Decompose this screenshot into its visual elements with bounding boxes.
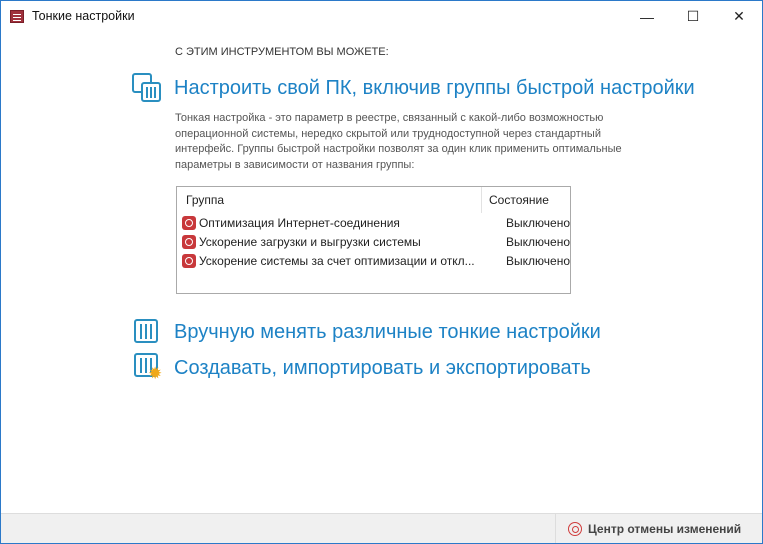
undo-center-button[interactable]: Центр отмены изменений xyxy=(555,514,762,543)
minimize-button[interactable]: — xyxy=(624,1,670,32)
import-export-link[interactable]: ✹ Создавать, импортировать и экспортиров… xyxy=(132,353,591,383)
sliders-group-icon xyxy=(132,73,162,103)
undo-center-icon xyxy=(568,521,582,536)
quick-groups-title: Настроить свой ПК, включив группы быстро… xyxy=(174,76,695,99)
column-header-group[interactable]: Группа xyxy=(177,187,482,213)
sliders-gear-icon: ✹ xyxy=(132,353,162,383)
group-state: Выключено xyxy=(506,253,570,268)
group-state: Выключено xyxy=(506,215,570,230)
table-row[interactable]: Ускорение системы за счет оптимизации и … xyxy=(177,251,570,270)
title-bar: Тонкие настройки — ☐ ✕ xyxy=(1,1,762,32)
description: Тонкая настройка - это параметр в реестр… xyxy=(175,112,622,171)
group-name: Ускорение системы за счет оптимизации и … xyxy=(198,253,475,268)
app-icon xyxy=(10,10,24,23)
power-off-icon xyxy=(182,234,196,249)
manual-tweaks-title: Вручную менять различные тонкие настройк… xyxy=(174,320,601,343)
sliders-icon xyxy=(132,317,162,347)
column-header-state[interactable]: Состояние xyxy=(482,193,549,207)
power-off-icon xyxy=(182,253,196,268)
close-button[interactable]: ✕ xyxy=(716,1,762,32)
table-row[interactable]: Оптимизация Интернет-соединения Выключено xyxy=(177,213,570,232)
window-title: Тонкие настройки xyxy=(32,9,135,23)
group-state: Выключено xyxy=(506,234,570,249)
maximize-button[interactable]: ☐ xyxy=(670,1,716,32)
footer: Центр отмены изменений xyxy=(1,513,762,543)
manual-tweaks-link[interactable]: Вручную менять различные тонкие настройк… xyxy=(132,317,601,347)
power-off-icon xyxy=(182,215,196,230)
group-name: Ускорение загрузки и выгрузки системы xyxy=(198,234,421,249)
groups-table[interactable]: Группа Состояние Оптимизация Интернет-со… xyxy=(176,186,571,294)
quick-groups-link[interactable]: Настроить свой ПК, включив группы быстро… xyxy=(132,73,695,103)
group-name: Оптимизация Интернет-соединения xyxy=(198,215,400,230)
gear-icon: ✹ xyxy=(148,364,163,383)
undo-center-label: Центр отмены изменений xyxy=(588,521,742,536)
section-heading: С ЭТИМ ИНСТРУМЕНТОМ ВЫ МОЖЕТЕ: xyxy=(175,46,389,58)
import-export-title: Создавать, импортировать и экспортироват… xyxy=(174,356,591,379)
table-row[interactable]: Ускорение загрузки и выгрузки системы Вык… xyxy=(177,232,570,251)
